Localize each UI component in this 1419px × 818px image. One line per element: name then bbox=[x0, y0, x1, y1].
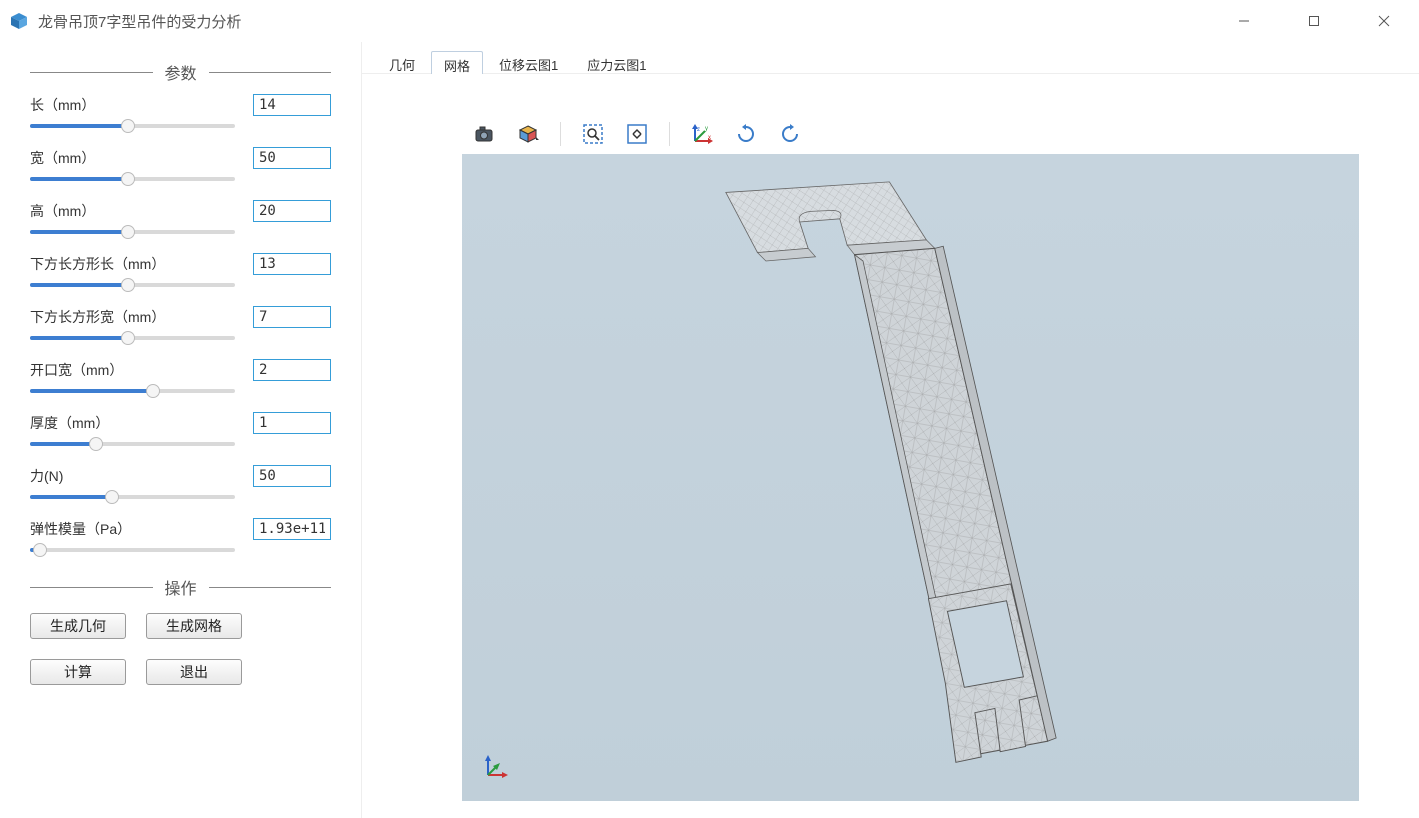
toolbar-separator bbox=[669, 122, 670, 146]
param-row: 高（mm） bbox=[30, 200, 331, 239]
param-input[interactable] bbox=[253, 518, 331, 540]
param-label: 力(N) bbox=[30, 466, 63, 486]
zoom-extent-icon[interactable] bbox=[623, 120, 651, 148]
param-row: 下方长方形长（mm） bbox=[30, 253, 331, 292]
tab[interactable]: 几何 bbox=[376, 50, 428, 73]
ops-section-title: 操作 bbox=[153, 575, 209, 599]
app-icon bbox=[8, 10, 30, 32]
tab[interactable]: 应力云图1 bbox=[574, 50, 659, 73]
tab-bar: 几何网格位移云图1应力云图1 bbox=[362, 42, 1419, 74]
param-label: 弹性模量（Pa） bbox=[30, 519, 131, 539]
param-row: 长（mm） bbox=[30, 94, 331, 133]
mesh-render bbox=[462, 154, 1359, 801]
title-bar: 龙骨吊顶7字型吊件的受力分析 bbox=[0, 0, 1419, 42]
param-input[interactable] bbox=[253, 465, 331, 487]
ops-section-header: 操作 bbox=[30, 575, 331, 599]
maximize-button[interactable] bbox=[1279, 0, 1349, 42]
param-slider[interactable] bbox=[30, 278, 235, 292]
param-slider[interactable] bbox=[30, 437, 235, 451]
param-label: 下方长方形宽（mm） bbox=[30, 307, 165, 327]
exit-button[interactable]: 退出 bbox=[146, 659, 242, 685]
param-input[interactable] bbox=[253, 306, 331, 328]
param-input[interactable] bbox=[253, 94, 331, 116]
viewer-panel: zyx bbox=[462, 114, 1359, 801]
param-slider[interactable] bbox=[30, 172, 235, 186]
svg-text:y: y bbox=[705, 126, 708, 132]
param-input[interactable] bbox=[253, 253, 331, 275]
params-section-title: 参数 bbox=[153, 60, 209, 84]
param-row: 厚度（mm） bbox=[30, 412, 331, 451]
axes-triad-icon bbox=[482, 753, 510, 781]
param-slider[interactable] bbox=[30, 119, 235, 133]
view-cube-icon[interactable] bbox=[514, 120, 542, 148]
parameter-panel: 参数 长（mm） 宽（mm） 高（mm） bbox=[0, 42, 362, 818]
param-row: 力(N) bbox=[30, 465, 331, 504]
param-label: 宽（mm） bbox=[30, 148, 95, 168]
param-label: 开口宽（mm） bbox=[30, 360, 123, 380]
param-input[interactable] bbox=[253, 147, 331, 169]
svg-text:x: x bbox=[708, 135, 711, 141]
svg-text:z: z bbox=[697, 127, 700, 133]
rotate-cw-icon[interactable] bbox=[732, 120, 760, 148]
generate-mesh-button[interactable]: 生成网格 bbox=[146, 613, 242, 639]
zoom-box-icon[interactable] bbox=[579, 120, 607, 148]
params-section-header: 参数 bbox=[30, 60, 331, 84]
generate-geometry-button[interactable]: 生成几何 bbox=[30, 613, 126, 639]
3d-canvas[interactable] bbox=[462, 154, 1359, 801]
param-input[interactable] bbox=[253, 412, 331, 434]
param-label: 下方长方形长（mm） bbox=[30, 254, 165, 274]
param-row: 下方长方形宽（mm） bbox=[30, 306, 331, 345]
camera-icon[interactable] bbox=[470, 120, 498, 148]
param-row: 宽（mm） bbox=[30, 147, 331, 186]
compute-button[interactable]: 计算 bbox=[30, 659, 126, 685]
window-controls bbox=[1209, 0, 1419, 42]
tab[interactable]: 位移云图1 bbox=[486, 50, 571, 73]
param-row: 开口宽（mm） bbox=[30, 359, 331, 398]
axes-icon[interactable]: zyx bbox=[688, 120, 716, 148]
param-row: 弹性模量（Pa） bbox=[30, 518, 331, 557]
param-slider[interactable] bbox=[30, 331, 235, 345]
param-input[interactable] bbox=[253, 200, 331, 222]
param-label: 长（mm） bbox=[30, 95, 95, 115]
rotate-ccw-icon[interactable] bbox=[776, 120, 804, 148]
param-slider[interactable] bbox=[30, 225, 235, 239]
param-slider[interactable] bbox=[30, 384, 235, 398]
param-input[interactable] bbox=[253, 359, 331, 381]
window-title: 龙骨吊顶7字型吊件的受力分析 bbox=[38, 11, 241, 32]
param-label: 高（mm） bbox=[30, 201, 95, 221]
param-slider[interactable] bbox=[30, 490, 235, 504]
param-slider[interactable] bbox=[30, 543, 235, 557]
tab[interactable]: 网格 bbox=[431, 51, 483, 74]
toolbar-separator bbox=[560, 122, 561, 146]
minimize-button[interactable] bbox=[1209, 0, 1279, 42]
close-button[interactable] bbox=[1349, 0, 1419, 42]
viewer-toolbar: zyx bbox=[462, 114, 1359, 154]
param-label: 厚度（mm） bbox=[30, 413, 109, 433]
